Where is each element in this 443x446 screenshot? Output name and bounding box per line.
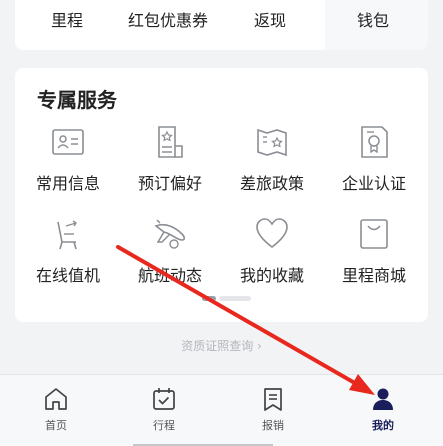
shopping-bag-icon (360, 219, 388, 249)
service-label: 预订偏好 (137, 174, 202, 193)
qualification-link[interactable]: 资质证照查询 › (0, 337, 443, 354)
tab-label: 行程 (153, 419, 175, 432)
tab-home[interactable]: 首页 (16, 385, 96, 433)
calendar-icon (153, 388, 175, 410)
service-label: 在线值机 (35, 266, 100, 285)
account-summary-card: 里程 红包优惠券 返现 钱包 (15, 0, 428, 50)
bookmark-doc-icon (264, 388, 282, 411)
coupons-link[interactable]: 红包优惠券 (118, 6, 218, 36)
preference-doc-icon (158, 126, 183, 158)
service-item-flight-status[interactable]: 航班动态 (120, 214, 220, 286)
tab-trips[interactable]: 行程 (124, 385, 204, 433)
tab-label: 我的 (372, 419, 394, 432)
cashback-link[interactable]: 返现 (220, 6, 320, 36)
tab-reimbursement[interactable]: 报销 (233, 385, 313, 433)
bottom-tab-bar: 首页 行程 报销 我的 (0, 374, 443, 446)
seat-checkin-icon (57, 220, 77, 250)
service-item-my-favorites[interactable]: 我的收藏 (222, 214, 322, 286)
service-label: 里程商城 (341, 266, 406, 285)
user-icon (373, 388, 393, 410)
exclusive-services-card: 专属服务 常用信息 预订偏好 差旅政策 企业认证 在线值机 航班动态 我的收藏 … (15, 68, 428, 322)
policy-map-icon (257, 128, 287, 157)
certificate-icon (361, 126, 388, 158)
mileage-link[interactable]: 里程 (17, 6, 117, 36)
service-item-travel-policy[interactable]: 差旅政策 (222, 122, 322, 194)
tab-me[interactable]: 我的 (343, 385, 423, 433)
service-item-online-checkin[interactable]: 在线值机 (18, 214, 118, 286)
service-label: 航班动态 (137, 266, 202, 285)
tab-label: 报销 (262, 419, 284, 432)
service-item-common-info[interactable]: 常用信息 (18, 122, 118, 194)
plane-icon (154, 219, 186, 249)
section-title: 专属服务 (37, 88, 117, 112)
id-card-icon (52, 129, 84, 155)
service-label: 企业认证 (341, 174, 406, 193)
service-label: 我的收藏 (239, 266, 304, 285)
service-item-mileage-mall[interactable]: 里程商城 (324, 214, 424, 286)
service-item-booking-preference[interactable]: 预订偏好 (120, 122, 220, 194)
page-dot (219, 296, 251, 301)
heart-icon (256, 218, 288, 249)
service-label: 差旅政策 (239, 174, 304, 193)
service-item-enterprise-certification[interactable]: 企业认证 (324, 122, 424, 194)
home-icon (45, 388, 67, 410)
service-label: 常用信息 (35, 174, 100, 193)
wallet-link[interactable]: 钱包 (323, 6, 423, 36)
page-dot-active (202, 296, 216, 301)
tab-label: 首页 (45, 419, 67, 432)
